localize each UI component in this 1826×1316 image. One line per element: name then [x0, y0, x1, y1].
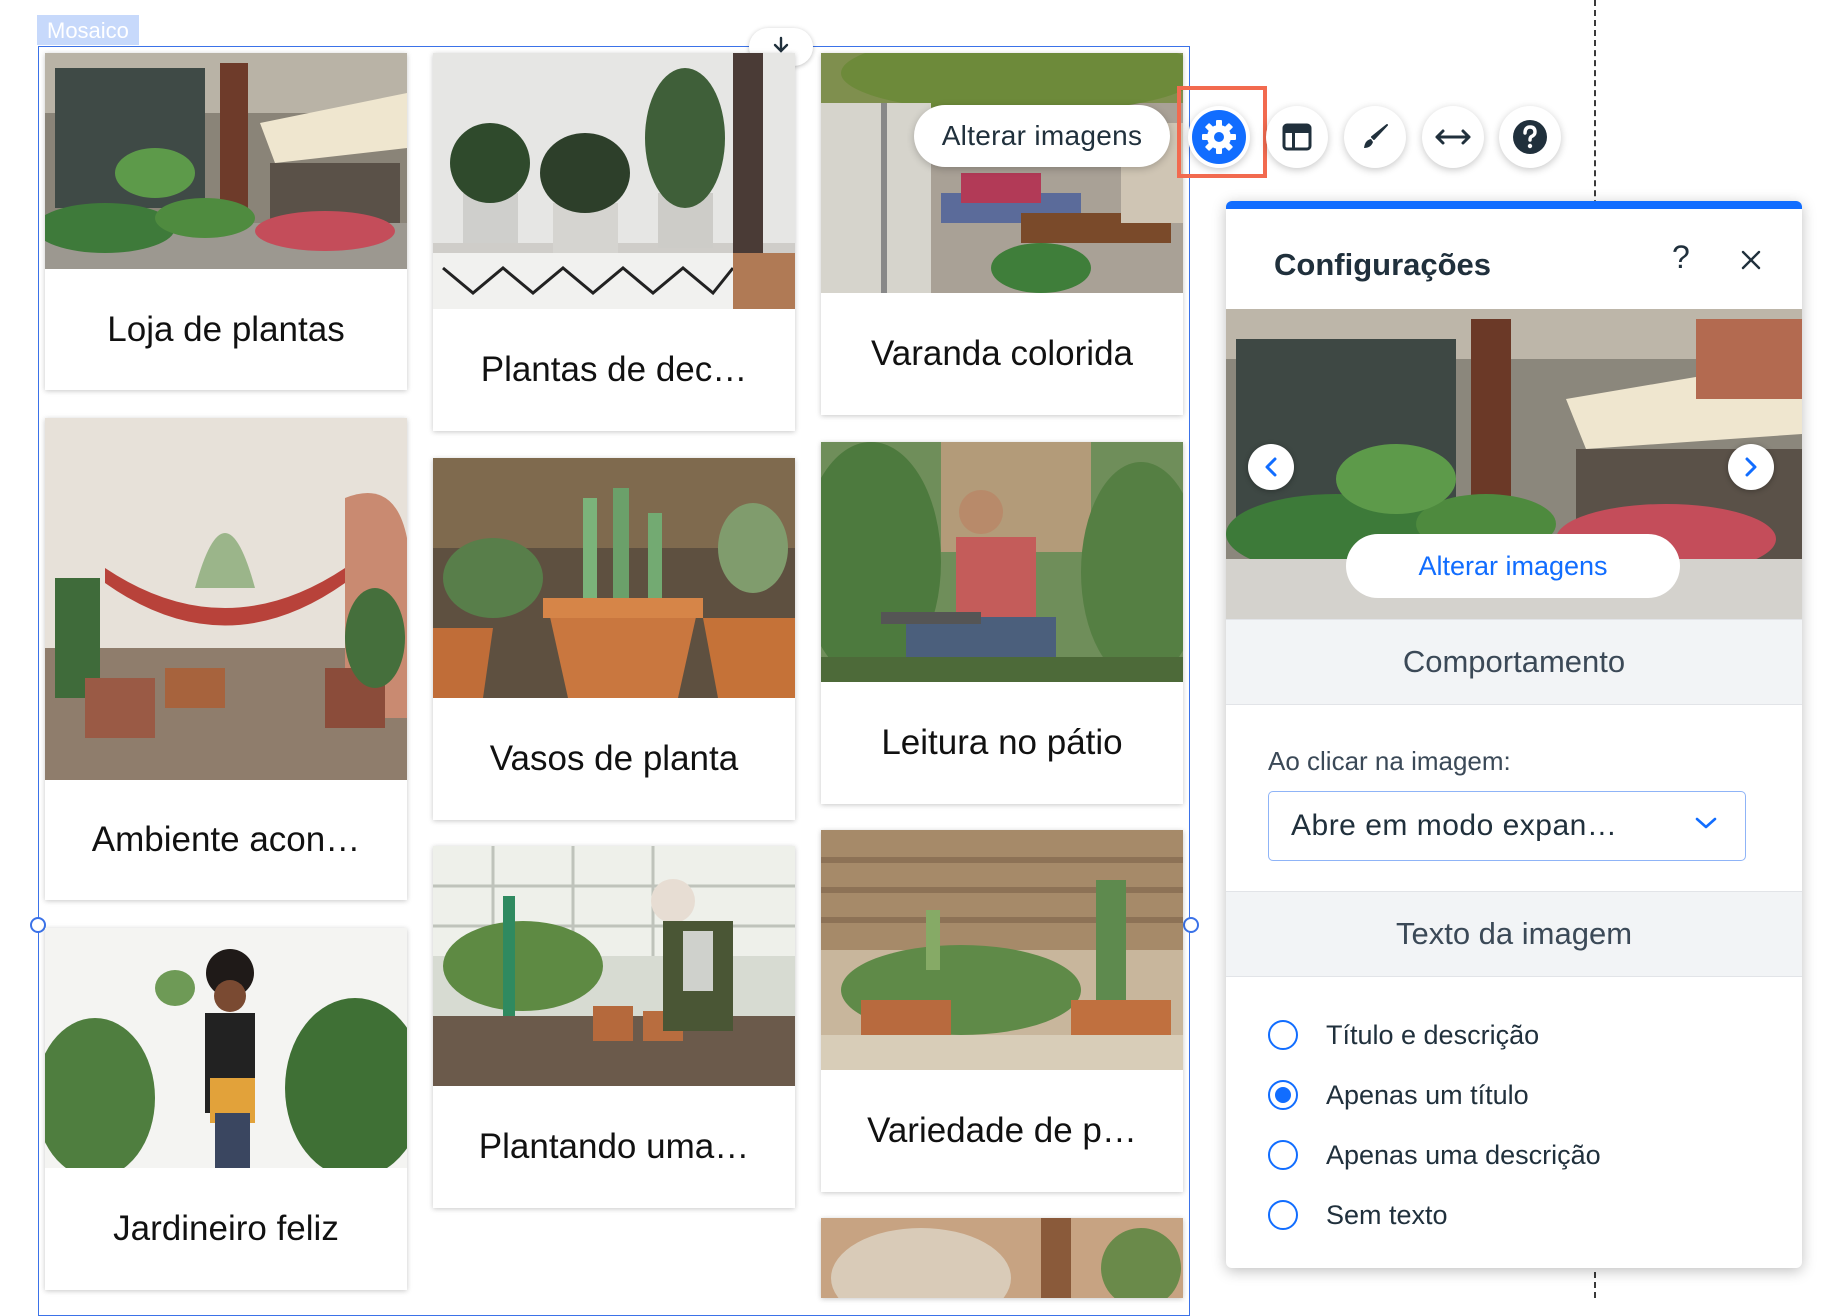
- gallery-image: [433, 53, 795, 309]
- gallery-item-title: Variedade de p…: [867, 1111, 1137, 1150]
- settings-highlight: [1177, 86, 1267, 178]
- widget-name-tag: Mosaico: [37, 15, 139, 45]
- dropdown-value: Abre em modo expan…: [1291, 809, 1618, 842]
- radio-option-title-only[interactable]: Apenas um título: [1268, 1075, 1529, 1115]
- gallery-item-title: Plantando uma…: [478, 1127, 750, 1166]
- gallery-item[interactable]: Plantas de dec…: [433, 53, 795, 431]
- gallery-image: [821, 830, 1183, 1070]
- gallery-image: [433, 846, 795, 1086]
- gallery-item-title: Leitura no pátio: [881, 723, 1123, 762]
- brush-icon: [1364, 124, 1388, 148]
- panel-title: Configurações: [1274, 247, 1492, 282]
- radio-option-title-description[interactable]: Título e descrição: [1268, 1015, 1539, 1055]
- chevron-left-icon: [1265, 457, 1277, 477]
- stretch-button[interactable]: [1422, 106, 1484, 168]
- gallery-image: [821, 53, 1183, 293]
- help-icon: [1513, 120, 1547, 154]
- radio-option-description-only[interactable]: Apenas uma descrição: [1268, 1135, 1601, 1175]
- gallery-item[interactable]: Leitura no pátio: [821, 442, 1183, 804]
- radio-label: Título e descrição: [1326, 1019, 1540, 1050]
- radio-button[interactable]: [1268, 1020, 1298, 1050]
- resize-handle-left[interactable]: [30, 917, 46, 933]
- radio-button[interactable]: [1268, 1140, 1298, 1170]
- radio-label: Apenas um título: [1326, 1079, 1529, 1110]
- radio-button-selected[interactable]: [1268, 1080, 1298, 1110]
- gallery-image: [433, 458, 795, 698]
- help-button[interactable]: [1499, 106, 1561, 168]
- click-behavior-dropdown[interactable]: Abre em modo expan…: [1268, 791, 1746, 861]
- design-button[interactable]: [1344, 106, 1406, 168]
- panel-change-images-button[interactable]: Alterar imagens: [1346, 534, 1680, 598]
- behavior-section-heading: Comportamento: [1226, 619, 1802, 705]
- radio-label: Sem texto: [1326, 1199, 1448, 1230]
- gallery-image: [45, 418, 407, 780]
- layout-icon: [1282, 123, 1312, 151]
- gallery-item-title: Varanda colorida: [870, 334, 1134, 373]
- chevron-right-icon: [1745, 457, 1757, 477]
- gallery-item-title: Vasos de planta: [489, 739, 739, 778]
- click-behavior-label: Ao clicar na imagem:: [1268, 746, 1511, 776]
- panel-help-button[interactable]: ?: [1672, 239, 1690, 276]
- gallery-image: [821, 442, 1183, 682]
- gallery-item[interactable]: Variedade de p…: [821, 830, 1183, 1192]
- gallery-item[interactable]: Plantando uma…: [433, 846, 795, 1208]
- stretch-icon: [1435, 129, 1471, 145]
- chevron-down-icon: [1695, 817, 1717, 829]
- resize-handle-right[interactable]: [1183, 917, 1199, 933]
- gallery-item[interactable]: Jardineiro feliz: [45, 928, 407, 1290]
- gallery-image: [821, 1218, 1183, 1298]
- image-text-section-heading: Texto da imagem: [1226, 891, 1802, 977]
- preview-prev-button[interactable]: [1248, 444, 1294, 490]
- gallery-item[interactable]: Ambiente acon…: [45, 418, 407, 900]
- panel-header: Configurações ?: [1226, 209, 1802, 309]
- gallery-item-title: Jardineiro feliz: [113, 1209, 339, 1248]
- gallery-image: [45, 53, 407, 269]
- gallery-item-title: Ambiente acon…: [91, 820, 361, 859]
- image-preview: Alterar imagens: [1226, 309, 1802, 619]
- close-icon[interactable]: [1740, 249, 1762, 271]
- settings-panel: Configurações ? Alterar imagens Comporta…: [1226, 201, 1802, 1268]
- gallery-item-title: Loja de plantas: [107, 309, 345, 349]
- layout-button[interactable]: [1266, 106, 1328, 168]
- gallery-item[interactable]: Vasos de planta: [433, 458, 795, 820]
- radio-label: Apenas uma descrição: [1326, 1139, 1601, 1170]
- radio-button[interactable]: [1268, 1200, 1298, 1230]
- gallery-item[interactable]: Loja de plantas: [45, 53, 407, 390]
- radio-option-no-text[interactable]: Sem texto: [1268, 1195, 1448, 1235]
- gallery-item[interactable]: [821, 1218, 1183, 1298]
- gallery-image: [45, 928, 407, 1168]
- preview-next-button[interactable]: [1728, 444, 1774, 490]
- gallery-item-title: Plantas de dec…: [480, 350, 748, 389]
- change-images-button[interactable]: Alterar imagens: [914, 105, 1170, 167]
